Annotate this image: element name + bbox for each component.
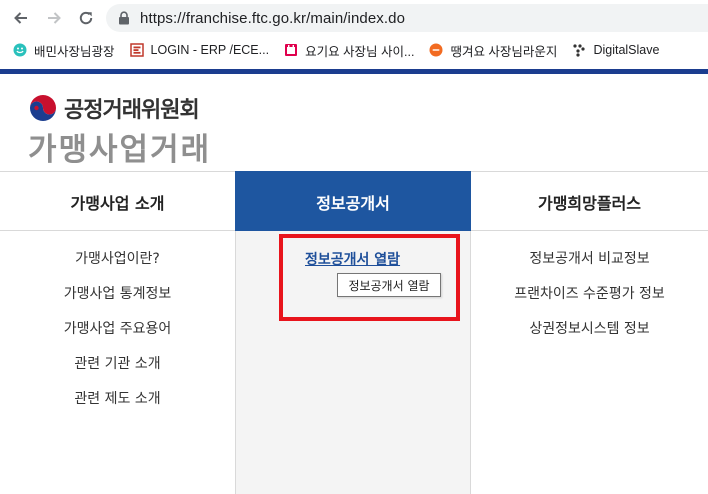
yogiyo-icon (283, 42, 299, 58)
menu-item-related-agencies[interactable]: 관련 기관 소개 (0, 351, 235, 386)
bookmark-label: LOGIN - ERP /ECE... (150, 43, 270, 57)
franchise-intro-list: 가맹사업이란? 가맹사업 통계정보 가맹사업 주요용어 관련 기관 소개 관련 … (0, 246, 235, 421)
hope-plus-list: 정보공개서 비교정보 프랜차이즈 수준평가 정보 상권정보시스템 정보 (471, 246, 708, 351)
bookmark-ddangyo[interactable]: 땡겨요 사장님라운지 (428, 41, 557, 60)
red-highlight-box (279, 234, 460, 321)
menu-item-related-systems[interactable]: 관련 제도 소개 (0, 386, 235, 421)
lock-icon (118, 11, 132, 25)
address-bar[interactable]: https://franchise.ftc.go.kr/main/index.d… (106, 4, 708, 32)
bookmark-digitalslave[interactable]: DigitalSlave (571, 42, 659, 58)
menu-item-glossary[interactable]: 가맹사업 주요용어 (0, 316, 235, 351)
digitalslave-icon (571, 42, 587, 58)
menu-item-what-is-franchise[interactable]: 가맹사업이란? (0, 246, 235, 281)
back-arrow-icon[interactable] (10, 7, 32, 29)
taegeuk-emblem-icon (29, 94, 57, 122)
bookmark-label: 배민사장님광장 (34, 44, 115, 59)
bookmark-baemin[interactable]: 배민사장님광장 (12, 41, 115, 60)
org-name: 공정거래위원회 (64, 98, 200, 123)
bookmark-yogiyo[interactable]: 요기요 사장님 사이... (283, 41, 414, 60)
reload-icon[interactable] (75, 7, 97, 29)
menu-item-commercial-area-system[interactable]: 상권정보시스템 정보 (471, 316, 708, 351)
baemin-icon (12, 42, 28, 58)
menu-tab-hope-plus[interactable]: 가맹희망플러스 (471, 172, 708, 232)
browser-toolbar: https://franchise.ftc.go.kr/main/index.d… (0, 0, 708, 36)
menu-tab-franchise-intro[interactable]: 가맹사업 소개 (0, 172, 235, 232)
site-title: 가맹사업거래 (28, 132, 212, 168)
menu-header-row: 가맹사업 소개 정보공개서 가맹희망플러스 (0, 171, 708, 232)
menu-item-statistics[interactable]: 가맹사업 통계정보 (0, 281, 235, 316)
ddangyo-icon (428, 42, 444, 58)
top-accent-bar (0, 69, 708, 74)
menu-item-franchise-evaluation[interactable]: 프랜차이즈 수준평가 정보 (471, 281, 708, 316)
erp-icon (129, 42, 145, 58)
bookmark-erp[interactable]: LOGIN - ERP /ECE... (129, 42, 270, 58)
url-text: https://franchise.ftc.go.kr/main/index.d… (140, 9, 406, 27)
menu-tab-disclosure[interactable]: 정보공개서 (235, 171, 471, 232)
mega-menu: 가맹사업 소개 정보공개서 가맹희망플러스 가맹사업이란? 가맹사업 통계정보 … (0, 171, 708, 494)
bookmark-label: 땡겨요 사장님라운지 (450, 44, 558, 59)
forward-arrow-icon[interactable] (43, 7, 65, 29)
menu-item-comparison-info[interactable]: 정보공개서 비교정보 (471, 246, 708, 281)
bookmarks-bar: 배민사장님광장 LOGIN - ERP /ECE... 요기요 사장님 사이..… (0, 36, 708, 64)
bookmark-label: DigitalSlave (593, 43, 660, 57)
bookmark-label: 요기요 사장님 사이... (305, 44, 415, 59)
ftc-logo[interactable]: 공정거래위원회 (28, 92, 200, 124)
